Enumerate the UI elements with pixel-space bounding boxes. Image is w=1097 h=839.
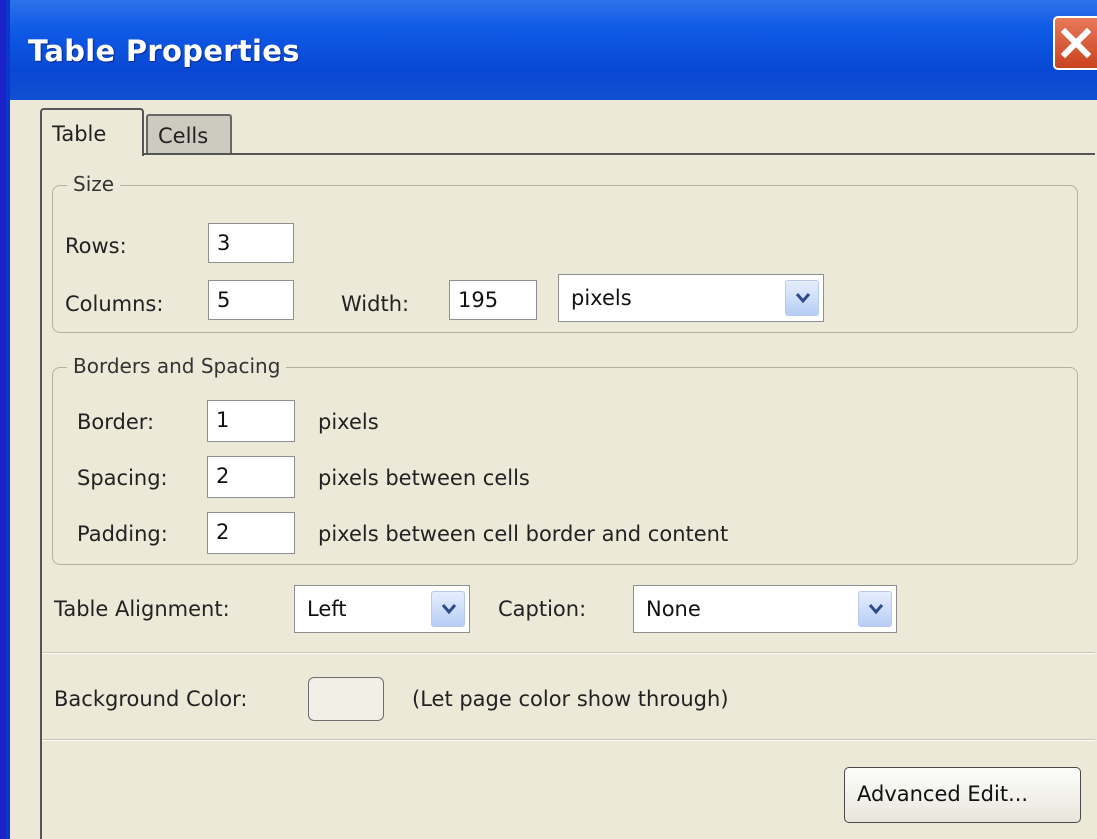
padding-label: Padding:: [77, 522, 168, 546]
width-label: Width:: [341, 292, 410, 316]
borders-spacing-group: Borders and Spacing Border: 1 pixels Spa…: [52, 354, 1078, 565]
background-color-label: Background Color:: [54, 687, 248, 711]
width-unit-dropdown-arrow[interactable]: [785, 280, 819, 316]
size-group-legend: Size: [67, 172, 121, 196]
width-unit-select[interactable]: pixels: [558, 274, 824, 322]
table-alignment-label: Table Alignment:: [54, 597, 230, 621]
width-unit-value: pixels: [571, 286, 632, 310]
close-icon: [1061, 28, 1091, 58]
border-label: Border:: [77, 410, 155, 434]
advanced-edit-button[interactable]: Advanced Edit...: [844, 767, 1081, 823]
spacing-label: Spacing:: [77, 466, 168, 490]
table-properties-dialog: Table Properties Table Cells Size Rows: …: [6, 0, 1097, 839]
alignment-dropdown-arrow[interactable]: [431, 591, 465, 627]
background-color-note: (Let page color show through): [412, 687, 729, 711]
close-button[interactable]: [1053, 16, 1097, 70]
rows-input[interactable]: 3: [208, 223, 294, 263]
separator: [42, 652, 1095, 654]
table-tab-panel: Size Rows: 3 Columns: 5 Width: 195 pixel…: [40, 153, 1095, 839]
chevron-down-icon: [795, 293, 811, 304]
title-bar[interactable]: Table Properties: [10, 0, 1097, 100]
spacing-input[interactable]: 2: [207, 456, 295, 498]
caption-value: None: [646, 597, 701, 621]
padding-input[interactable]: 2: [207, 512, 295, 554]
caption-select[interactable]: None: [633, 585, 897, 633]
tab-cells[interactable]: Cells: [146, 114, 232, 154]
background-color-button[interactable]: [308, 677, 384, 721]
border-unit: pixels: [318, 410, 379, 434]
rows-label: Rows:: [65, 234, 127, 258]
width-input[interactable]: 195: [449, 280, 537, 320]
caption-label: Caption:: [498, 597, 587, 621]
caption-dropdown-arrow[interactable]: [858, 591, 892, 627]
table-alignment-select[interactable]: Left: [294, 585, 470, 633]
chevron-down-icon: [868, 604, 884, 615]
border-input[interactable]: 1: [207, 400, 295, 442]
dialog-title: Table Properties: [28, 34, 300, 68]
columns-label: Columns:: [65, 292, 164, 316]
tab-label: Cells: [158, 124, 209, 148]
table-alignment-value: Left: [307, 597, 347, 621]
borders-group-legend: Borders and Spacing: [67, 354, 287, 378]
spacing-unit: pixels between cells: [318, 466, 530, 490]
padding-unit: pixels between cell border and content: [318, 522, 729, 546]
tab-table[interactable]: Table: [40, 108, 144, 156]
chevron-down-icon: [441, 604, 457, 615]
separator: [42, 739, 1095, 741]
size-group: Size Rows: 3 Columns: 5 Width: 195 pixel…: [52, 172, 1078, 333]
tab-label: Table: [52, 122, 107, 146]
columns-input[interactable]: 5: [208, 280, 294, 320]
